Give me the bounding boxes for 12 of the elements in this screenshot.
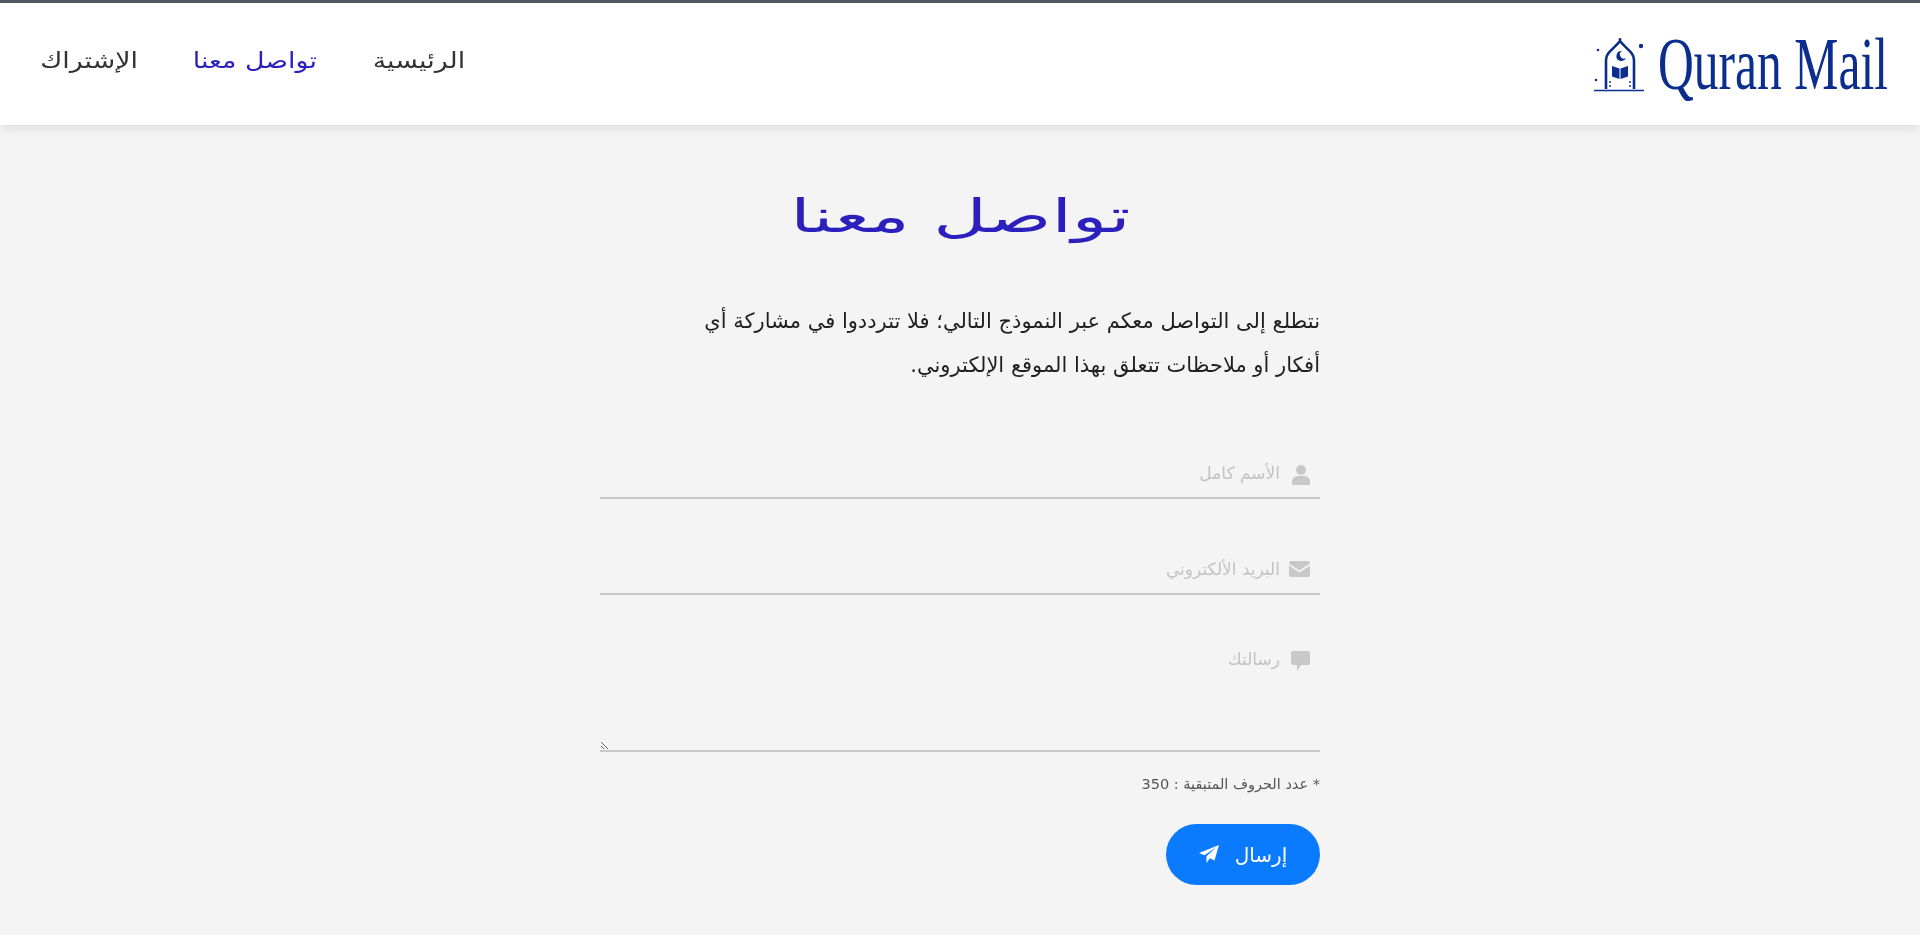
- page-title: تواصل معنا: [789, 188, 1131, 246]
- send-button[interactable]: إرسال: [1166, 824, 1320, 885]
- chat-bubble-icon: [1291, 651, 1310, 671]
- user-icon: [1292, 465, 1310, 485]
- brand-name: Quran Mail: [1658, 29, 1888, 99]
- nav-link[interactable]: الإشتراك: [40, 46, 138, 76]
- nav-link[interactable]: تواصل معنا: [192, 46, 317, 76]
- char-counter: * عدد الحروف المتبقية : 350: [1141, 776, 1320, 792]
- paper-plane-icon: [1198, 845, 1219, 864]
- intro-text: نتطلع إلى التواصل معكم عبر النموذج التالي؛ فلا تترددوا في مشاركة أي أفكار أو ملاحظات تتعلق بهذا الموقع الإلكتروني.: [703, 306, 1320, 379]
- envelope-icon: [1289, 561, 1310, 577]
- nav-link[interactable]: الرئيسية: [372, 46, 465, 76]
